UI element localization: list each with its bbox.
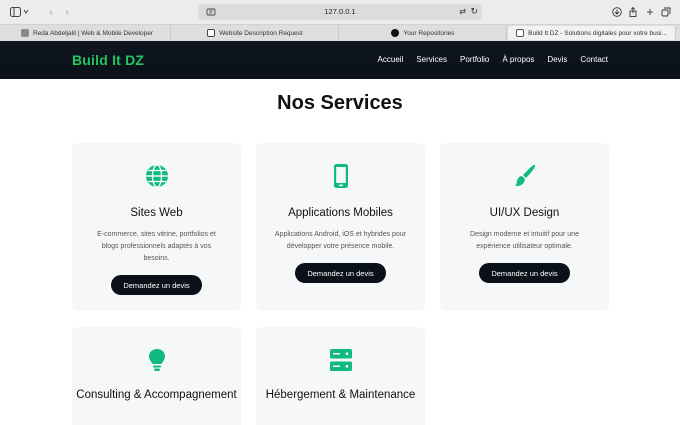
site-header: Build It DZ Accueil Services Portfolio À… <box>0 41 680 79</box>
download-icon[interactable] <box>610 5 624 19</box>
service-title: UI/UX Design <box>489 207 560 219</box>
lightbulb-icon <box>144 347 170 373</box>
nav-portfolio[interactable]: Portfolio <box>460 55 489 64</box>
request-quote-button[interactable]: Demandez un devis <box>111 275 202 295</box>
browser-tab[interactable]: Your Repositories <box>340 26 507 40</box>
url-text: 127.0.0.1 <box>324 7 356 16</box>
tab-label: Your Repositories <box>403 29 455 37</box>
service-title: Sites Web <box>130 207 183 219</box>
share-icon[interactable] <box>626 5 640 19</box>
favicon-icon <box>20 29 29 37</box>
service-description: Applications Android, iOS et hybrides po… <box>274 231 407 250</box>
favicon-icon <box>207 29 216 37</box>
browser-chrome: ‹ › 127.0.0.1 ⇄ ↻ + Reda Abdeljalil | We… <box>0 0 680 41</box>
service-card-applications-mobiles: Applications Mobiles Applications Androi… <box>256 143 425 311</box>
back-icon[interactable]: ‹ <box>44 5 58 19</box>
service-card-consulting: Consulting & Accompagnement <box>72 327 241 425</box>
browser-tab[interactable]: Website Description Request <box>172 26 339 40</box>
service-description: Design moderne et intuitif pour une expé… <box>470 231 579 250</box>
tab-label: Build It DZ - Solutions digitales pour v… <box>528 29 667 37</box>
site-logo[interactable]: Build It DZ <box>72 52 144 68</box>
paintbrush-icon <box>512 163 538 189</box>
service-card-hebergement: Hébergement & Maintenance <box>256 327 425 425</box>
tab-overview-icon[interactable] <box>659 5 673 19</box>
forward-icon[interactable]: › <box>60 5 74 19</box>
mobile-phone-icon <box>328 163 354 189</box>
browser-tab-active[interactable]: Build It DZ - Solutions digitales pour v… <box>508 26 676 40</box>
tab-label: Website Description Request <box>219 29 303 37</box>
address-bar[interactable]: 127.0.0.1 ⇄ ↻ <box>198 4 482 20</box>
nav-contact[interactable]: Contact <box>580 55 608 64</box>
service-description: E-commerce, sites vitrine, portfolios et… <box>97 231 216 262</box>
tab-label: Reda Abdeljalil | Web & Mobile Developer <box>32 29 154 37</box>
service-title: Consulting & Accompagnement <box>76 389 237 401</box>
reload-icon[interactable]: ↻ <box>470 6 478 17</box>
request-quote-button[interactable]: Demandez un devis <box>479 263 570 283</box>
sidebar-toggle-icon[interactable] <box>8 5 32 19</box>
nav-devis[interactable]: Devis <box>547 55 567 64</box>
new-tab-icon[interactable]: + <box>643 5 657 19</box>
server-icon <box>328 347 354 373</box>
nav-services[interactable]: Services <box>416 55 447 64</box>
service-card-ui-ux-design: UI/UX Design Design moderne et intuitif … <box>440 143 609 311</box>
tab-bar: Reda Abdeljalil | Web & Mobile Developer… <box>0 24 680 41</box>
browser-tab[interactable]: Reda Abdeljalil | Web & Mobile Developer <box>4 26 171 40</box>
nav-a-propos[interactable]: À propos <box>502 55 534 64</box>
section-title: Nos Services <box>277 92 403 114</box>
service-title: Applications Mobiles <box>288 207 393 219</box>
request-quote-button[interactable]: Demandez un devis <box>295 263 386 283</box>
github-icon <box>391 29 400 37</box>
globe-icon <box>144 163 170 189</box>
translate-icon[interactable]: ⇄ <box>459 7 466 16</box>
nav-accueil[interactable]: Accueil <box>378 55 404 64</box>
favicon-icon <box>516 29 525 37</box>
service-card-sites-web: Sites Web E-commerce, sites vitrine, por… <box>72 143 241 311</box>
service-title: Hébergement & Maintenance <box>265 389 416 401</box>
browser-toolbar: ‹ › 127.0.0.1 ⇄ ↻ + <box>0 0 680 24</box>
main-nav: Accueil Services Portfolio À propos Devi… <box>378 55 608 64</box>
